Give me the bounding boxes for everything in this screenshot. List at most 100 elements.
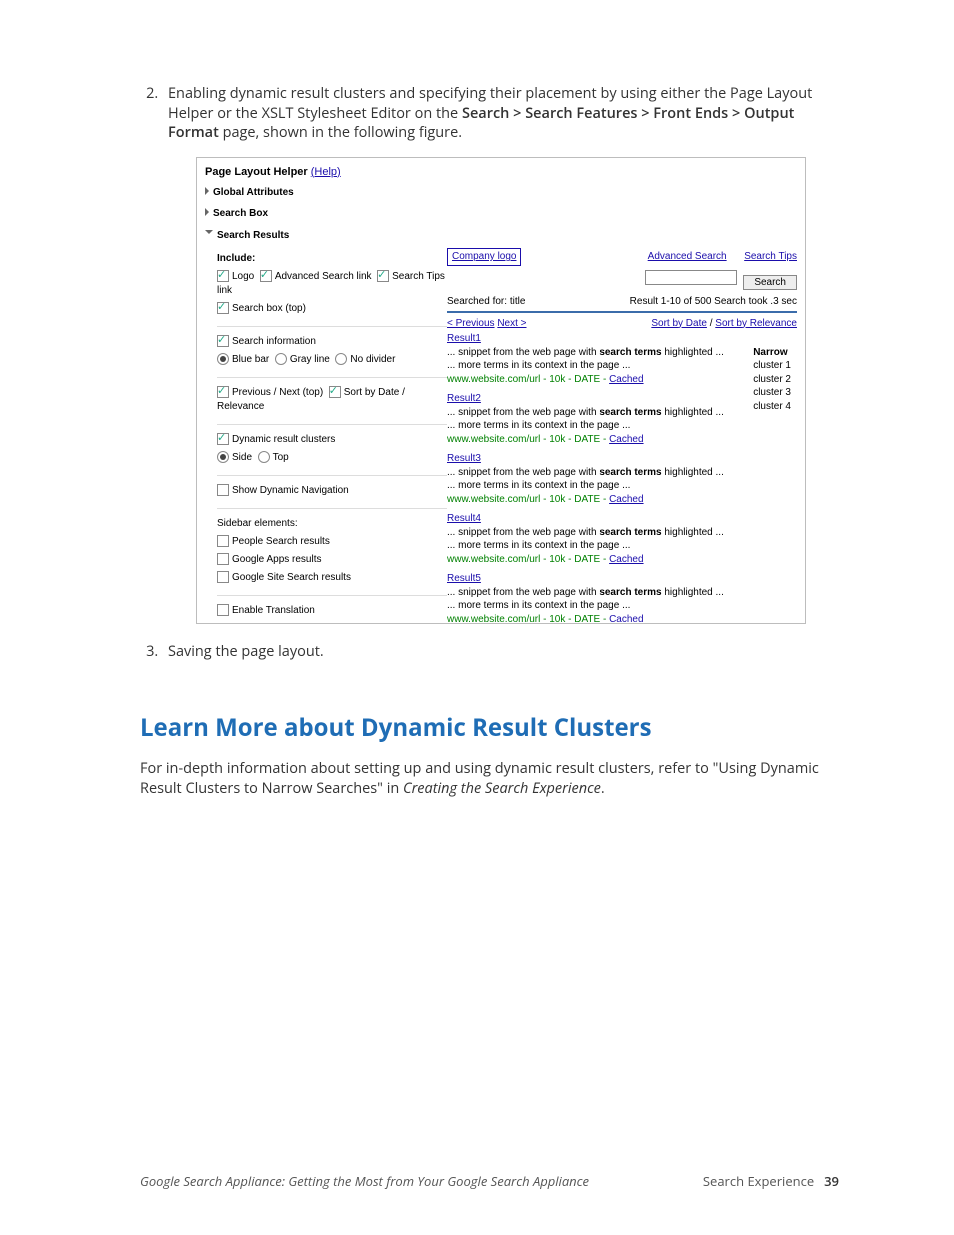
result-title[interactable]: Result4 xyxy=(447,513,481,524)
result-title[interactable]: Result5 xyxy=(447,573,481,584)
page-number: 39 xyxy=(824,1172,839,1190)
search-button[interactable]: Search xyxy=(743,275,797,290)
radio-side[interactable] xyxy=(217,451,229,463)
cached-link[interactable]: Cached xyxy=(609,554,643,565)
label-logo: Logo xyxy=(232,271,254,282)
checkbox-drc[interactable] xyxy=(217,433,229,445)
link-sort-date[interactable]: Sort by Date xyxy=(651,318,707,329)
link-next[interactable]: Next > xyxy=(497,318,526,329)
narrow-title: Narrow xyxy=(753,346,791,360)
checkbox-adv[interactable] xyxy=(260,270,272,282)
section-global[interactable]: Global Attributes xyxy=(213,187,294,198)
checkbox-gsite[interactable] xyxy=(217,571,229,583)
label-searchtop: Search box (top) xyxy=(232,303,306,314)
narrow-panel: Narrow cluster 1 cluster 2 cluster 3 clu… xyxy=(753,346,791,414)
result-snippet: ... snippet from the web page with searc… xyxy=(447,527,724,538)
checkbox-sinfo[interactable] xyxy=(217,335,229,347)
label-top: Top xyxy=(273,452,289,463)
result-title[interactable]: Result1 xyxy=(447,333,481,344)
label-drc: Dynamic result clusters xyxy=(232,434,335,445)
list-item-3: Saving the page layout. xyxy=(162,642,839,662)
search-result: Result4 ... snippet from the web page wit… xyxy=(447,512,797,566)
para-b: . xyxy=(601,779,605,798)
include-label: Include: xyxy=(217,252,447,266)
section-paragraph: For in-depth information about setting u… xyxy=(140,759,839,800)
result-more: ... more terms in its context in the pag… xyxy=(447,360,630,371)
search-result: Result1 ... snippet from the web page wit… xyxy=(447,332,797,386)
checkbox-dynnav[interactable] xyxy=(217,484,229,496)
result-more: ... more terms in its context in the pag… xyxy=(447,480,630,491)
result-url: www.website.com/url - 10k - DATE - xyxy=(447,554,609,565)
chevron-down-icon[interactable] xyxy=(205,230,213,238)
cluster-item[interactable]: cluster 1 xyxy=(753,359,791,373)
result-more: ... more terms in its context in the pag… xyxy=(447,540,630,551)
search-result: Result3 ... snippet from the web page wit… xyxy=(447,452,797,506)
checkbox-searchtop[interactable] xyxy=(217,302,229,314)
help-link[interactable]: (Help) xyxy=(311,166,341,178)
result-snippet: ... snippet from the web page with searc… xyxy=(447,407,724,418)
checkbox-gapps[interactable] xyxy=(217,553,229,565)
footer-right-label: Search Experience xyxy=(703,1172,814,1190)
page-layout-helper-figure: Page Layout Helper (Help) Global Attribu… xyxy=(196,157,806,624)
label-people: People Search results xyxy=(232,536,330,547)
cached-link[interactable]: Cached xyxy=(609,434,643,445)
search-result: Result2 ... snippet from the web page wit… xyxy=(447,392,797,446)
radio-grayline[interactable] xyxy=(275,353,287,365)
result-url: www.website.com/url - 10k - DATE - xyxy=(447,434,609,445)
search-input[interactable] xyxy=(645,270,737,285)
label-adv: Advanced Search link xyxy=(275,271,372,282)
result-url: www.website.com/url - 10k - DATE - xyxy=(447,494,609,505)
chevron-right-icon[interactable] xyxy=(205,187,209,195)
figure-title: Page Layout Helper xyxy=(205,166,308,178)
link-adv-search[interactable]: Advanced Search xyxy=(648,250,727,264)
checkbox-tips[interactable] xyxy=(377,270,389,282)
search-result: Result5 ... snippet from the web page wit… xyxy=(447,572,797,624)
result-count: Result 1-10 of 500 Search took .3 sec xyxy=(630,295,797,309)
result-snippet: ... snippet from the web page with searc… xyxy=(447,347,724,358)
li3-text: Saving the page layout. xyxy=(168,642,324,661)
result-title[interactable]: Result2 xyxy=(447,393,481,404)
section-searchresults[interactable]: Search Results xyxy=(217,230,289,241)
checkbox-prevnext[interactable] xyxy=(217,386,229,398)
label-dynnav: Show Dynamic Navigation xyxy=(232,485,349,496)
result-snippet: ... snippet from the web page with searc… xyxy=(447,467,724,478)
link-search-tips[interactable]: Search Tips xyxy=(744,250,797,264)
checkbox-sortby[interactable] xyxy=(329,386,341,398)
checkbox-logo[interactable] xyxy=(217,270,229,282)
label-side: Side xyxy=(232,452,252,463)
section-searchbox[interactable]: Search Box xyxy=(213,208,268,219)
cluster-item[interactable]: cluster 3 xyxy=(753,386,791,400)
cluster-item[interactable]: cluster 2 xyxy=(753,373,791,387)
chevron-right-icon[interactable] xyxy=(205,208,209,216)
result-url: www.website.com/url - 10k - DATE - xyxy=(447,614,609,624)
link-prev[interactable]: < Previous xyxy=(447,318,495,329)
cached-link[interactable]: Cached xyxy=(609,494,643,505)
para-em: Creating the Search Experience xyxy=(403,779,601,798)
label-gapps: Google Apps results xyxy=(232,554,322,565)
preview-panel: Company logo Advanced Search Search Tips… xyxy=(447,246,805,624)
result-snippet: ... snippet from the web page with searc… xyxy=(447,587,724,598)
cached-link[interactable]: Cached xyxy=(609,614,643,624)
cluster-item[interactable]: cluster 4 xyxy=(753,400,791,414)
searched-for: Searched for: title xyxy=(447,295,525,309)
label-sinfo: Search information xyxy=(232,336,316,347)
result-url: www.website.com/url - 10k - DATE - xyxy=(447,374,609,385)
label-grayline: Gray line xyxy=(290,354,330,365)
result-title[interactable]: Result3 xyxy=(447,453,481,464)
label-gsite: Google Site Search results xyxy=(232,572,351,583)
section-heading: Learn More about Dynamic Result Clusters xyxy=(140,711,839,744)
link-sort-rel[interactable]: Sort by Relevance xyxy=(715,318,797,329)
radio-top[interactable] xyxy=(258,451,270,463)
checkbox-enable-translation[interactable] xyxy=(217,604,229,616)
list-item-2: Enabling dynamic result clusters and spe… xyxy=(162,84,839,624)
label-bluebar: Blue bar xyxy=(232,354,269,365)
li2-b: page, shown in the following figure. xyxy=(219,123,462,142)
cached-link[interactable]: Cached xyxy=(609,374,643,385)
checkbox-people[interactable] xyxy=(217,535,229,547)
radio-bluebar[interactable] xyxy=(217,353,229,365)
result-more: ... more terms in its context in the pag… xyxy=(447,420,630,431)
options-column: Include: Logo Advanced Search link Searc… xyxy=(217,246,447,624)
radio-nodivider[interactable] xyxy=(335,353,347,365)
label-prevnext: Previous / Next (top) xyxy=(232,387,323,398)
label-nodivider: No divider xyxy=(350,354,395,365)
